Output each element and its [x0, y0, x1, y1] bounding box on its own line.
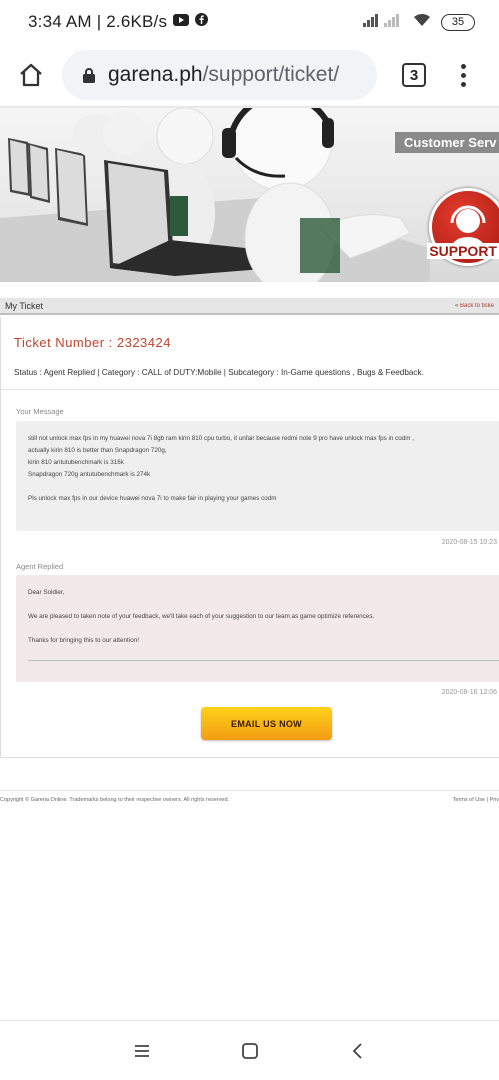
back-chevron-icon [352, 1042, 362, 1059]
user-message: still not unlock max fps in my huawei no… [16, 421, 499, 531]
content-divider [0, 757, 499, 758]
message-line: actually kirin 810 is better than Snapdr… [28, 447, 167, 454]
status-time: 3:34 AM | 2.6KB/s [28, 12, 168, 31]
dot-icon [461, 63, 466, 69]
copyright-text: Copyright © Garena Online. Trademarks be… [0, 796, 230, 803]
reply-line: Thanks for bringing this to our attentio… [28, 637, 139, 644]
reply-line: We are pleased to taken note of your fee… [28, 613, 375, 620]
url-bar[interactable]: garena.ph/support/ticket/ [62, 50, 377, 100]
customer-service-label: Customer Serv [395, 132, 499, 153]
url-host: garena.ph [108, 63, 203, 86]
menu-icon [134, 1044, 149, 1057]
lock-icon [82, 67, 96, 84]
battery-indicator: 35 [441, 13, 475, 31]
ticket-number: Ticket Number : 2323424 [14, 335, 171, 350]
youtube-icon [173, 13, 190, 31]
message-line: Pls unlock max fps in our device huawei … [28, 495, 277, 502]
home-nav-button[interactable] [236, 1037, 264, 1065]
message-line: still not unlock max fps in my huawei no… [28, 435, 415, 442]
signal-icon [363, 13, 403, 32]
system-nav-bar [0, 1020, 499, 1080]
status-bar: 3:34 AM | 2.6KB/s 35 [0, 0, 499, 44]
facebook-icon [195, 13, 209, 31]
my-ticket-title: My Ticket [5, 300, 44, 311]
wifi-icon [413, 13, 431, 32]
ticket-header-bar: My Ticket « Back to ticke [0, 298, 499, 315]
your-message-label: Your Message [16, 407, 64, 416]
url-path: /support/ticket/ [202, 63, 340, 86]
call-center-illustration [0, 108, 430, 282]
support-banner: Customer Serv SUPPORT [0, 108, 499, 282]
agent-reply: Dear Soldier, We are pleased to taken no… [16, 575, 499, 682]
support-label: SUPPORT [427, 243, 499, 259]
agent-reply-timestamp: 2020-08-16 12:06 [441, 689, 497, 696]
browser-toolbar: garena.ph/support/ticket/ 3 [0, 44, 499, 106]
back-to-tickets-link[interactable]: « Back to ticke [455, 303, 499, 309]
user-message-timestamp: 2020-08-15 10:23 [441, 539, 497, 546]
reply-divider [28, 660, 499, 661]
reply-line: Dear Soldier, [28, 589, 65, 596]
recent-apps-button[interactable] [128, 1037, 156, 1065]
agent-replied-label: Agent Replied [16, 562, 64, 571]
divider [1, 389, 499, 390]
page-footer: Copyright © Garena Online. Trademarks be… [0, 790, 499, 808]
email-us-button[interactable]: EMAIL US NOW [201, 707, 332, 740]
tab-switcher-button[interactable]: 3 [402, 63, 426, 87]
home-button[interactable] [0, 44, 62, 106]
ticket-status-line: Status : Agent Replied | Category : CALL… [14, 368, 424, 377]
ticket-detail: Ticket Number : 2323424 Status : Agent R… [0, 317, 499, 757]
overflow-menu-button[interactable] [461, 63, 466, 87]
square-icon [241, 1042, 258, 1059]
home-icon [20, 63, 42, 87]
message-line: Snapdragon 720g antutubenchmark is 274k [28, 471, 151, 478]
back-nav-button[interactable] [344, 1037, 372, 1065]
dot-icon [461, 81, 466, 87]
message-line: kirin 810 antutubenchmark is 316k [28, 459, 124, 466]
dot-icon [461, 72, 466, 78]
footer-links[interactable]: Terms of Use | Priv [453, 797, 499, 803]
